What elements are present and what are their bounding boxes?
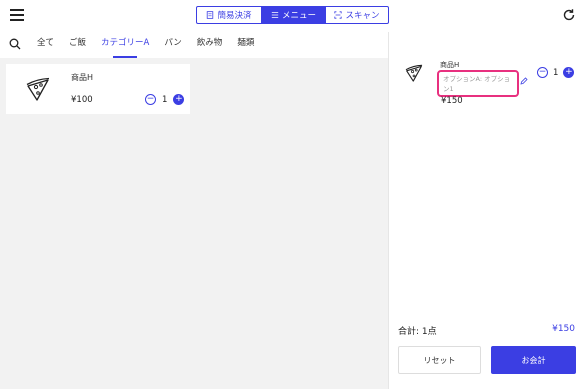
tab-quick-pay[interactable]: 簡易決済 [197, 7, 261, 23]
category-tab-drinks[interactable]: 飲み物 [197, 32, 223, 58]
scan-icon [334, 11, 343, 19]
cart-item-name: 商品H [440, 61, 460, 69]
total-amount: ¥150 [552, 324, 575, 334]
tab-menu[interactable]: メニュー [261, 7, 325, 23]
category-tab-bread[interactable]: パン [164, 32, 181, 58]
category-tab-rice[interactable]: ご飯 [69, 32, 86, 58]
tab-scan[interactable]: スキャン [325, 7, 388, 23]
top-bar: 簡易決済 メニュー スキャン [0, 0, 586, 32]
pencil-icon[interactable] [520, 77, 528, 85]
quantity-value: 1 [162, 94, 168, 105]
quantity-stepper: − 1 + [537, 67, 575, 78]
reset-button[interactable]: リセット [398, 346, 481, 374]
cart-item-options: オプションA: オプション1 [437, 70, 519, 97]
tab-label: メニュー [281, 11, 316, 21]
product-name: 商品H [71, 73, 94, 82]
product-list: 商品H ¥100 − 1 + [0, 58, 388, 389]
list-icon [271, 12, 279, 18]
decrease-button[interactable]: − [537, 67, 548, 78]
cart-panel: 商品H オプションA: オプション1 ¥150 − 1 + 合計: 1点 ¥15… [389, 32, 586, 389]
mode-tabs: 簡易決済 メニュー スキャン [196, 6, 389, 24]
product-card[interactable]: 商品H ¥100 − 1 + [6, 64, 190, 114]
category-bar: 全て ご飯 カテゴリーA パン 飲み物 麺類 [0, 32, 388, 58]
pizza-slice-icon [26, 77, 50, 101]
category-tabs: 全て ご飯 カテゴリーA パン 飲み物 麺類 [37, 32, 269, 58]
checkout-button[interactable]: お会計 [491, 346, 576, 374]
category-tab-noodles[interactable]: 麺類 [237, 32, 254, 58]
quantity-stepper: − 1 + [145, 94, 185, 105]
tab-label: 簡易決済 [217, 11, 252, 21]
decrease-button[interactable]: − [145, 94, 156, 105]
refresh-icon[interactable] [562, 8, 576, 22]
total-label: 合計: 1点 [398, 327, 437, 337]
increase-button[interactable]: + [173, 94, 185, 105]
pizza-slice-icon [405, 64, 423, 82]
hamburger-menu-icon[interactable] [10, 9, 24, 21]
category-tab-category-a[interactable]: カテゴリーA [101, 32, 149, 58]
category-tab-all[interactable]: 全て [37, 32, 54, 58]
product-price: ¥100 [71, 95, 93, 105]
search-icon[interactable] [9, 38, 21, 50]
receipt-icon [207, 11, 214, 19]
quantity-value: 1 [553, 67, 559, 78]
cart-item-price: ¥150 [441, 96, 463, 106]
increase-button[interactable]: + [563, 67, 575, 78]
tab-label: スキャン [345, 11, 380, 21]
